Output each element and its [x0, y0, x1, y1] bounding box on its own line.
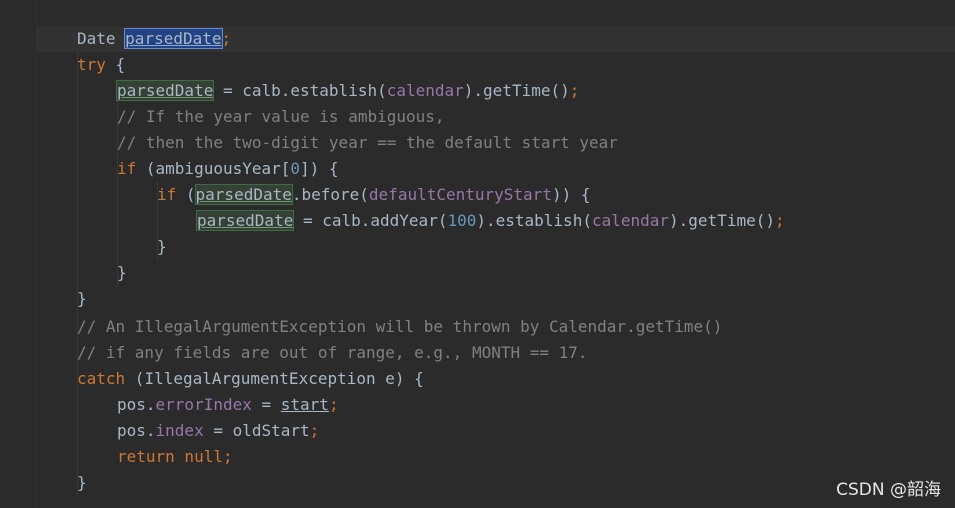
code-token: } [77, 289, 87, 308]
code-token: )) { [551, 185, 591, 204]
code-line-content: parsedDate = calb.addYear(100).establish… [195, 208, 785, 234]
code-token: pos. [117, 421, 156, 440]
code-line-content: // An IllegalArgumentException will be t… [77, 314, 722, 340]
code-token: ( [176, 185, 196, 204]
code-token: errorIndex [155, 395, 252, 414]
code-token: start [280, 395, 329, 414]
code-line-content: pos.errorIndex = start; [117, 392, 339, 418]
code-line[interactable]: catch (IllegalArgumentException e) { [37, 366, 955, 392]
code-token: ).getTime() [669, 211, 775, 230]
code-token: if [117, 159, 137, 178]
code-line-content: parsedDate = calb.establish(calendar).ge… [115, 78, 580, 104]
code-token: } [157, 237, 167, 256]
code-token: parsedDate [194, 184, 293, 205]
code-line-content: } [77, 470, 87, 496]
code-token: calendar [386, 81, 464, 100]
code-token: index [155, 421, 204, 440]
code-line[interactable]: if (ambiguousYear[0]) { [37, 156, 955, 182]
code-token: 100 [447, 211, 477, 230]
code-token: (IllegalArgumentException e) { [125, 369, 424, 388]
code-line-content: if (parsedDate.before(defaultCenturyStar… [157, 182, 590, 208]
code-token: parsedDate [195, 210, 295, 231]
code-editor[interactable]: Date parsedDate; try {parsedDate = calb.e… [37, 0, 955, 508]
code-token: ; [569, 81, 580, 100]
code-token: // An IllegalArgumentException will be t… [77, 317, 723, 336]
code-token: = oldStart [203, 421, 310, 440]
code-line-content: } [77, 286, 87, 312]
code-token: defaultCenturyStart [368, 185, 552, 204]
code-token: ).getTime() [463, 81, 570, 100]
code-token: ]) { [300, 159, 339, 178]
line-number-gutter [0, 0, 37, 508]
code-token: { [105, 55, 126, 74]
code-line[interactable]: Date parsedDate; [37, 26, 955, 52]
code-line[interactable]: // An IllegalArgumentException will be t… [37, 314, 955, 340]
code-token: .before( [291, 185, 369, 204]
code-token: 0 [290, 159, 301, 178]
code-token: = calb.establish( [213, 81, 387, 100]
code-line[interactable]: parsedDate = calb.establish(calendar).ge… [37, 78, 955, 104]
code-line[interactable]: pos.index = oldStart; [37, 418, 955, 444]
code-token: } [117, 263, 127, 282]
code-line-content: try { [77, 52, 125, 78]
code-line[interactable]: pos.errorIndex = start; [37, 392, 955, 418]
code-line-content: Date parsedDate; [77, 26, 231, 52]
code-line[interactable]: // then the two-digit year == the defaul… [37, 130, 955, 156]
code-line-content: // If the year value is ambiguous, [117, 104, 445, 130]
code-line-content: // then the two-digit year == the defaul… [117, 130, 618, 156]
code-token: // If the year value is ambiguous, [117, 107, 445, 126]
code-line[interactable]: } [37, 260, 955, 286]
code-line[interactable]: parsedDate = calb.addYear(100).establish… [37, 208, 955, 234]
code-line[interactable]: } [37, 234, 955, 260]
code-token: = calb.addYear( [293, 211, 448, 230]
code-token: ; [328, 395, 339, 414]
code-token: // then the two-digit year == the defaul… [117, 133, 618, 152]
code-line[interactable]: if (parsedDate.before(defaultCenturyStar… [37, 182, 955, 208]
code-token: ; [309, 421, 320, 440]
code-token: return null; [117, 447, 233, 466]
code-token: calendar [591, 211, 670, 230]
code-token: ; [774, 211, 785, 230]
code-token: ).establish( [476, 211, 592, 230]
code-line[interactable]: } [37, 470, 955, 496]
code-token: catch [77, 369, 126, 388]
code-token: try [77, 55, 106, 74]
code-token: ; [221, 29, 232, 48]
code-line[interactable]: } [37, 286, 955, 312]
code-token: if [157, 185, 177, 204]
code-line[interactable]: try { [37, 52, 955, 78]
code-line[interactable]: // If the year value is ambiguous, [37, 104, 955, 130]
code-line-content: // if any fields are out of range, e.g.,… [77, 340, 588, 366]
code-line-content: catch (IllegalArgumentException e) { [77, 366, 424, 392]
code-token: } [77, 473, 87, 492]
code-line-content: return null; [117, 444, 233, 470]
code-line-content: if (ambiguousYear[0]) { [117, 156, 339, 182]
code-token: parsedDate [124, 28, 223, 49]
code-line[interactable]: return null; [37, 444, 955, 470]
watermark: CSDN @韶海 [836, 480, 941, 500]
code-token: parsedDate [115, 80, 215, 101]
code-token: pos. [117, 395, 156, 414]
code-line-content: pos.index = oldStart; [117, 418, 319, 444]
code-token: // if any fields are out of range, e.g.,… [77, 343, 588, 362]
code-token: = [251, 395, 281, 414]
code-token: Date [77, 29, 126, 48]
code-line[interactable]: // if any fields are out of range, e.g.,… [37, 340, 955, 366]
code-token: (ambiguousYear[ [136, 159, 291, 178]
code-line-content: } [117, 260, 127, 286]
code-line-content: } [157, 234, 167, 260]
